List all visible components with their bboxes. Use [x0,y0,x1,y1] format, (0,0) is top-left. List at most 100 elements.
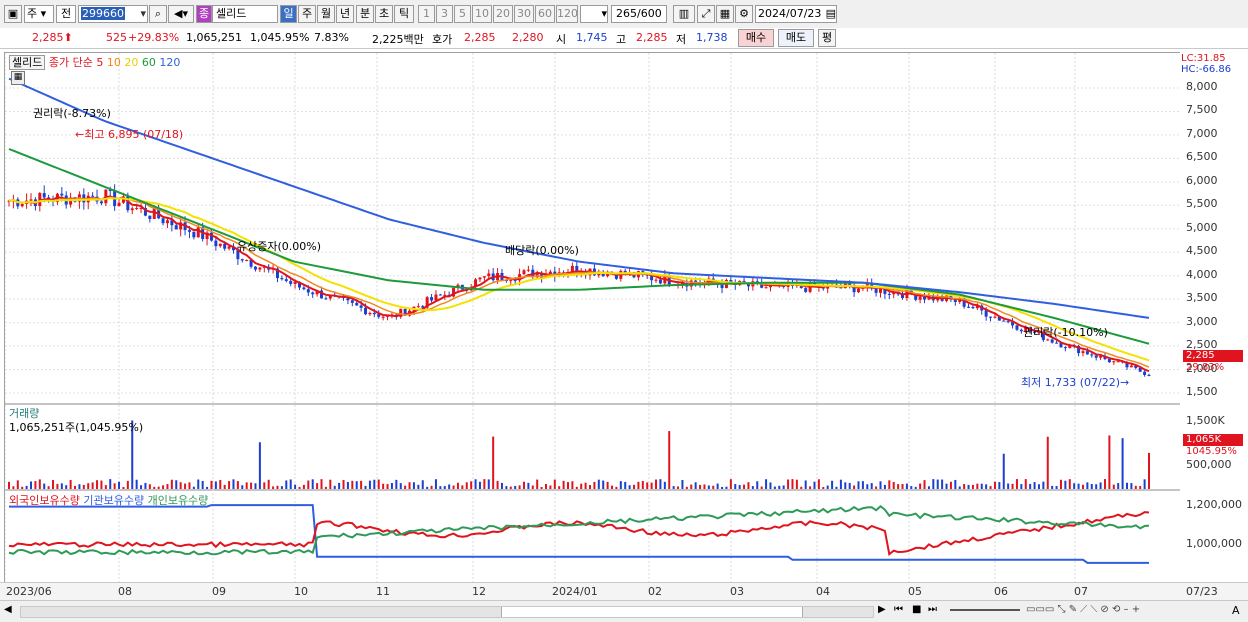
volume-bar [1046,436,1049,489]
legend-bar: 셀리드 종가 단순 5 10 20 60 120 [9,54,180,70]
volume-bar [707,485,710,489]
volume-bar [179,482,182,489]
volume-bar [1112,484,1115,489]
volume-bar [8,481,10,489]
candle-body [223,243,227,249]
volume-bar [219,479,222,489]
scroll-right-icon[interactable]: ▶ [878,604,886,615]
volume-bar [813,481,816,489]
volume-bar [38,479,41,489]
rights-annotation-1: 권리락(-8.73%) [33,107,111,120]
stock-name-field[interactable]: 셀리드 [212,5,278,23]
institution-line [9,504,1149,564]
capinc-annotation: 유상증자(0.00%) [237,240,322,253]
market-select[interactable]: 주 ▾ [24,5,54,23]
minute-120[interactable]: 120 [556,5,578,23]
minute-60[interactable]: 60 [535,5,555,23]
volume-bar [302,484,305,489]
volume-bar [1068,479,1071,489]
volume-bar [412,482,415,489]
volume-bar [998,482,1001,489]
period-day[interactable]: 일 [280,5,297,23]
chart-type-icon[interactable]: ▥ [673,5,695,23]
volume-bar [157,486,160,489]
volume-bar [276,485,279,489]
buy-button[interactable]: 매수 [738,29,774,47]
minute-20[interactable]: 20 [493,5,513,23]
volume-bar [1148,452,1150,489]
volume-bar [245,482,248,489]
minute-1[interactable]: 1 [418,5,435,23]
date-field[interactable]: 2024/07/23 ▤ [755,5,837,23]
volume-bar [1073,483,1076,489]
volume-bar [408,482,411,489]
tool-icons[interactable]: ▭▭▭ ⤡ ✎ ⟋ ⟍ ⊘ ⟲ – + [1026,604,1140,615]
scroll-track[interactable] [20,606,874,618]
minute-10[interactable]: 10 [472,5,492,23]
legend-stock-name[interactable]: 셀리드 [9,55,46,70]
volume-bar [870,483,873,489]
font-icon[interactable]: A [1232,604,1240,617]
search-icon[interactable]: ⌕ [149,5,167,23]
candle-body [174,225,178,230]
avg-button[interactable]: 평 [818,29,836,47]
zoom-icon[interactable]: ⤢ [697,5,715,23]
calendar-icon[interactable]: ▤ [826,6,836,22]
period-week[interactable]: 주 [298,5,316,23]
zoom-slider[interactable] [950,609,1020,611]
period-year[interactable]: 년 [336,5,354,23]
code-input[interactable]: 299660 ▾ [78,5,148,23]
next-icon[interactable]: ⏭ [928,604,937,615]
volume-bar [848,483,851,489]
toolbar: ▣ 주 ▾ 전 299660 ▾ ⌕ ◀▾ 종 셀리드 일 주 월 년 분 초 틱… [0,0,1248,29]
gear-icon[interactable]: ⚙ [735,5,753,23]
chart-area[interactable]: 셀리드 종가 단순 5 10 20 60 120 ▦ 권리락(-8.73%) ←… [4,52,1182,584]
scope-select[interactable]: 전 [56,5,76,23]
candle-body [487,273,491,277]
minute-30[interactable]: 30 [514,5,534,23]
volume-bar [549,485,552,489]
scroll-thumb[interactable] [501,607,803,617]
candle-body [438,294,442,296]
volume-bar [769,482,772,489]
code-value: 299660 [81,7,125,20]
bid-label: 호가 [432,33,453,46]
count-field[interactable]: 265/600 [611,5,667,23]
count-total: /600 [637,7,662,20]
menu-icon[interactable]: ▣ [4,5,22,23]
volume-bar [729,479,732,489]
minute-3[interactable]: 3 [436,5,453,23]
period-tick[interactable]: 틱 [394,5,414,23]
custom-period-select[interactable]: ▾ [580,5,608,23]
grid-icon[interactable]: ▦ [716,5,734,23]
scroll-left-icon[interactable]: ◀ [4,604,16,618]
period-second[interactable]: 초 [375,5,393,23]
volume-bar [522,481,525,489]
date-label: 11 [376,585,390,598]
prev-icon[interactable]: ⏮ [894,604,903,615]
volume-bar [888,480,891,489]
volume-bar [443,486,446,489]
sell-button[interactable]: 매도 [778,29,814,47]
volume-bar [738,485,741,489]
chevron-down-icon: ▾ [140,7,146,20]
volume-bar [976,483,979,489]
volume-bar [21,486,24,489]
stop-icon[interactable]: ■ [912,604,921,615]
volume-bar [74,485,77,489]
volume-bar [558,486,561,489]
candle-body [364,307,368,315]
period-minute[interactable]: 분 [356,5,374,23]
speaker-icon[interactable]: ◀▾ [168,5,194,23]
volume-bar [509,486,512,489]
volume-bar [448,484,451,489]
minute-5[interactable]: 5 [454,5,471,23]
holding-legend: 외국인보유수량 기관보유수량 개인보유수량 [9,492,208,508]
volume-bar [188,482,191,489]
period-month[interactable]: 월 [317,5,335,23]
date-label: 02 [648,585,662,598]
volume-bar [1081,484,1084,489]
volume-bar [985,484,988,489]
candle-body [658,279,662,284]
calculator-icon[interactable]: ▦ [11,71,25,85]
